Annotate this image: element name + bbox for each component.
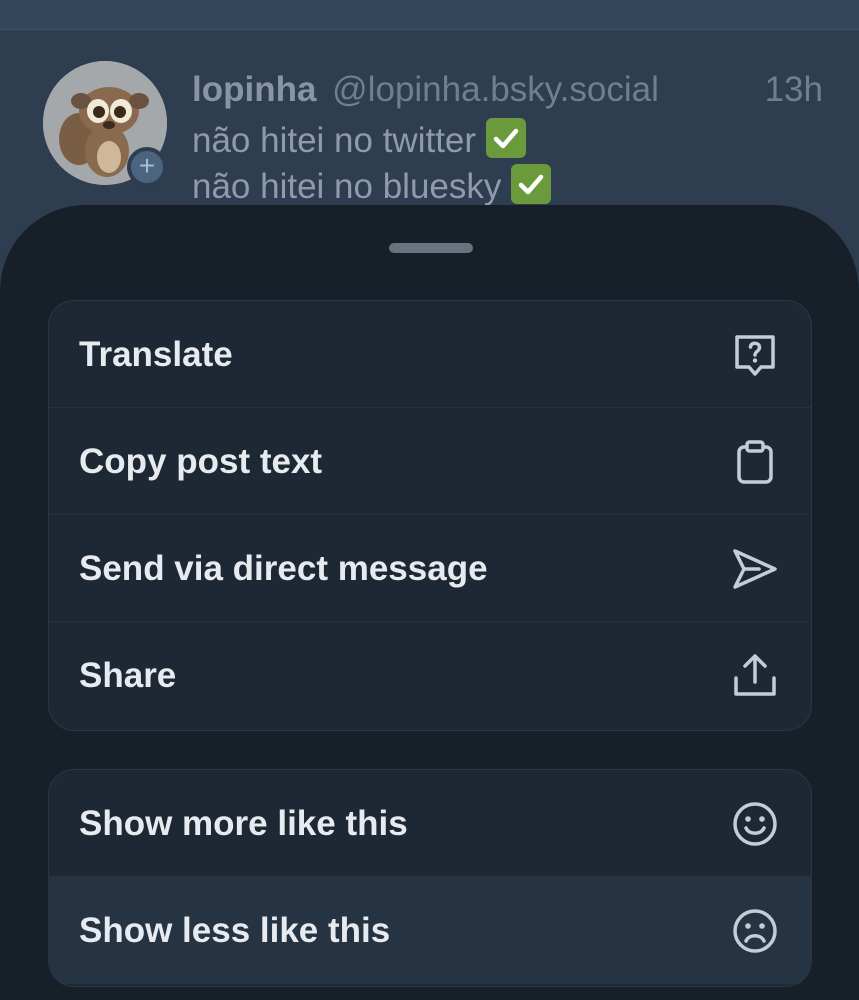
smile-icon: [733, 802, 777, 846]
screen: + lopinha @lopinha.bsky.social 13h não h…: [0, 0, 859, 1000]
check-mark-icon: [486, 118, 527, 158]
menu-item-translate[interactable]: Translate: [49, 301, 811, 408]
post-actions-group: Translate Copy post text Send via direct…: [48, 300, 812, 731]
translate-icon: [735, 335, 775, 376]
sheet-drag-handle[interactable]: [389, 243, 473, 253]
menu-item-send-via-dm[interactable]: Send via direct message: [49, 515, 811, 622]
post-text-line: não hitei no twitter: [192, 118, 527, 163]
follow-plus-button[interactable]: +: [127, 147, 167, 187]
send-icon: [733, 549, 777, 589]
share-icon: [734, 654, 776, 696]
post-text-line: não hitei no bluesky: [192, 164, 552, 209]
feed-feedback-group: Show more like this Show less like this: [48, 769, 812, 987]
menu-item-label: Send via direct message: [79, 549, 488, 588]
menu-item-show-less[interactable]: Show less like this: [49, 877, 811, 984]
post-text-line-1: não hitei no twitter: [192, 121, 477, 160]
menu-item-label: Translate: [79, 335, 233, 374]
post-text-line-2: não hitei no bluesky: [192, 167, 502, 206]
post-timestamp: 13h: [764, 70, 823, 109]
post-options-sheet: Translate Copy post text Send via direct…: [0, 205, 859, 1000]
author-handle[interactable]: @lopinha.bsky.social: [332, 70, 659, 109]
menu-item-share[interactable]: Share: [49, 622, 811, 729]
feed-top-divider: [0, 0, 859, 30]
menu-item-label: Copy post text: [79, 442, 323, 481]
clipboard-icon: [737, 440, 773, 484]
frown-icon: [733, 909, 777, 953]
author-name[interactable]: lopinha: [192, 70, 316, 109]
menu-item-show-more[interactable]: Show more like this: [49, 770, 811, 877]
feed-post[interactable]: + lopinha @lopinha.bsky.social 13h não h…: [0, 30, 859, 230]
avatar-container[interactable]: +: [43, 61, 167, 187]
post-header: lopinha @lopinha.bsky.social: [192, 68, 832, 112]
check-mark-icon: [511, 164, 552, 204]
menu-item-label: Share: [79, 656, 177, 695]
menu-item-label: Show more like this: [79, 804, 408, 843]
menu-item-label: Show less like this: [79, 911, 391, 950]
menu-item-copy-post-text[interactable]: Copy post text: [49, 408, 811, 515]
